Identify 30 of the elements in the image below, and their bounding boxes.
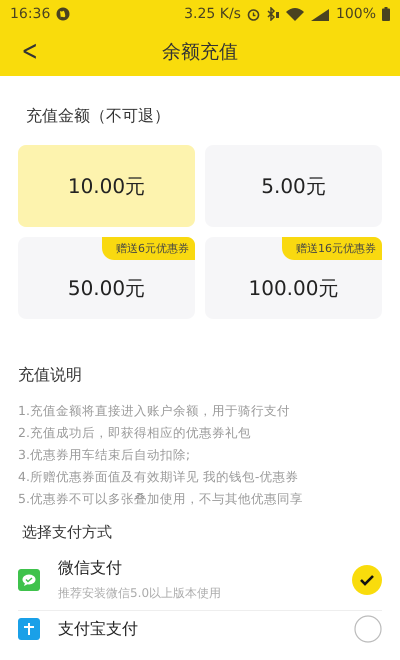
note-text: 3.优惠券用车结束后自动扣除; [18, 446, 190, 464]
coupon-badge: 赠送16元优惠券 [282, 237, 382, 260]
status-time: 16:36 [10, 6, 50, 22]
check-icon[interactable] [352, 565, 382, 595]
wifi-icon [286, 8, 304, 20]
radio-icon[interactable] [354, 615, 382, 643]
section-title: 充值说明 [18, 365, 82, 386]
back-button[interactable]: < [18, 36, 41, 66]
network-speed: 3.25 K/s [184, 6, 241, 22]
note-text: 5.优惠券不可以多张叠加使用，不与其他优惠同享 [18, 490, 303, 508]
chat-bubble-icon [18, 569, 40, 591]
payment-name: 支付宝支付 [58, 618, 138, 640]
note-text: 2.充值成功后，即获得相应的优惠券礼包 [18, 424, 251, 442]
page-title: 余额充值 [162, 40, 238, 65]
battery-icon [382, 7, 390, 21]
amount-option[interactable]: 赠送16元优惠券 100.00元 [205, 237, 382, 319]
note-text: 1.充值金额将直接进入账户余额，用于骑行支付 [18, 402, 290, 420]
alarm-icon [246, 8, 260, 20]
payment-name: 微信支付 [58, 558, 122, 579]
amount-option[interactable]: 10.00元 [18, 145, 195, 227]
coupon-badge: 赠送6元优惠券 [102, 237, 195, 260]
bluetooth-icon [266, 7, 280, 21]
section-title: 充值金额（不可退） [26, 106, 170, 127]
payment-hint: 推荐安装微信5.0以上版本使用 [58, 585, 222, 602]
note-text: 4.所赠优惠券面值及有效期详见 我的钱包-优惠券 [18, 468, 298, 486]
battery-level: 100% [336, 6, 376, 22]
amount-option[interactable]: 赠送6元优惠券 50.00元 [18, 237, 195, 319]
section-title: 选择支付方式 [22, 523, 112, 542]
amount-option[interactable]: 5.00元 [205, 145, 382, 227]
signal-icon [310, 8, 330, 20]
